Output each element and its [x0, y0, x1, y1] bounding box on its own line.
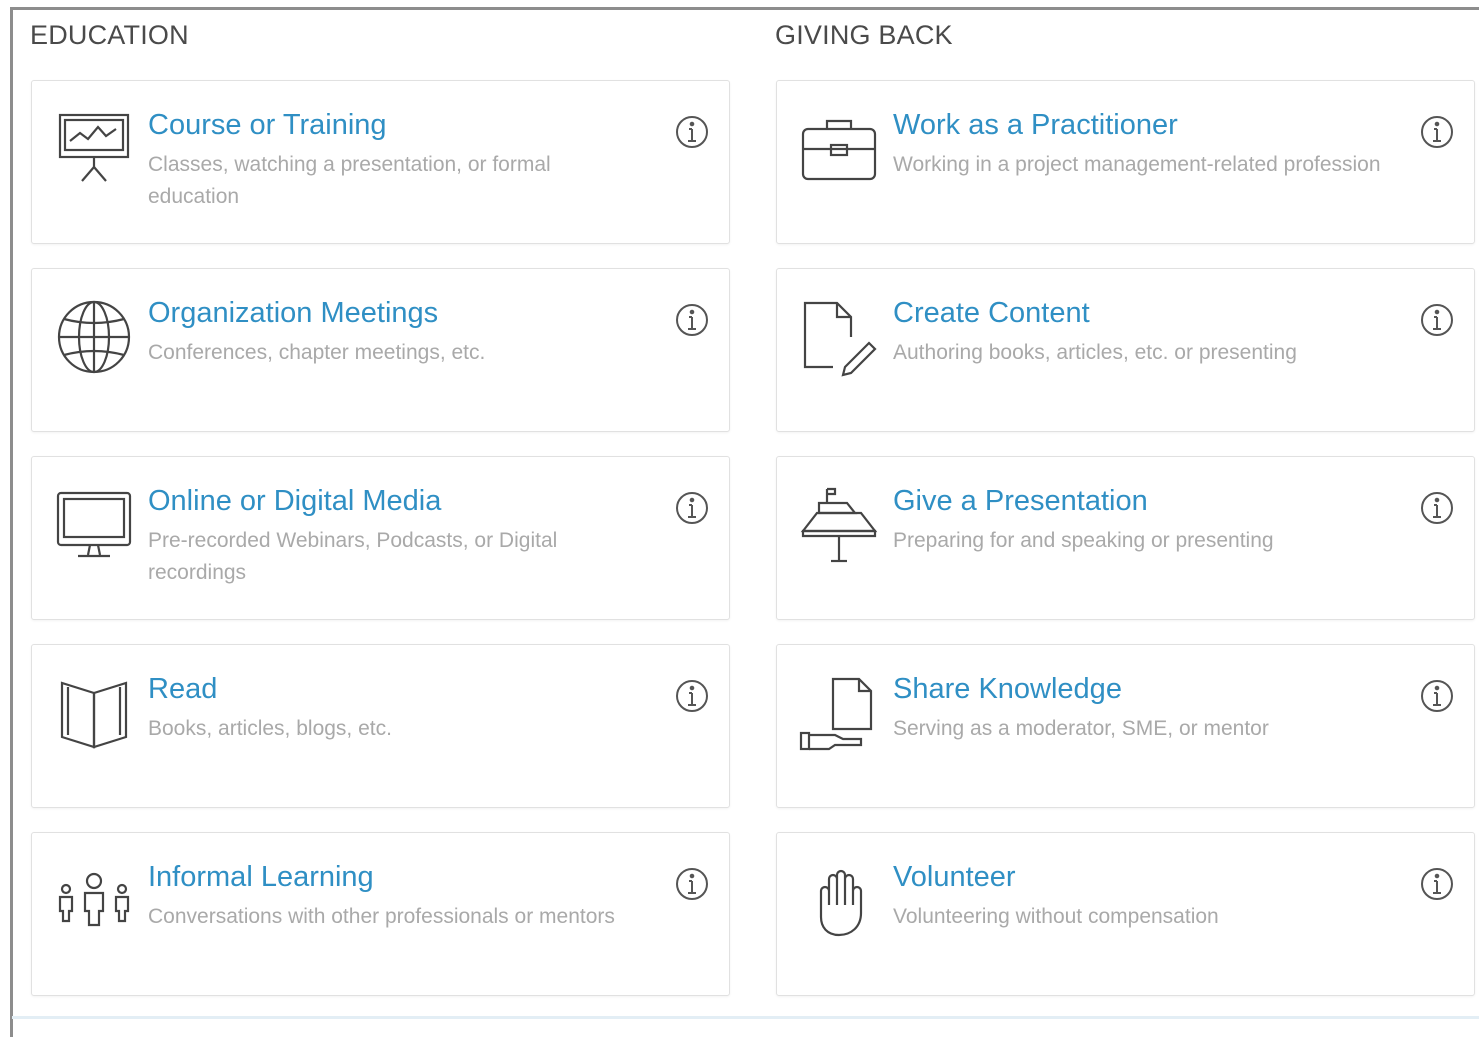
document-pencil-icon — [799, 297, 879, 377]
hand-document-icon — [799, 673, 879, 753]
card-title[interactable]: Online or Digital Media — [148, 485, 441, 518]
section-heading-education: EDUCATION — [30, 20, 189, 50]
card-share-knowledge[interactable]: Share Knowledge Serving as a moderator, … — [776, 644, 1475, 808]
info-circle-icon[interactable] — [675, 303, 709, 337]
card-description: Authoring books, articles, etc. or prese… — [893, 341, 1297, 364]
card-title[interactable]: Read — [148, 673, 217, 706]
info-circle-icon[interactable] — [675, 115, 709, 149]
card-title[interactable]: Informal Learning — [148, 861, 374, 894]
card-course-or-training[interactable]: Course or Training Classes, watching a p… — [31, 80, 730, 244]
podium-icon — [799, 485, 879, 565]
card-create-content[interactable]: Create Content Authoring books, articles… — [776, 268, 1475, 432]
people-group-icon — [54, 861, 134, 941]
card-description: Working in a project management-related … — [893, 153, 1381, 176]
card-read[interactable]: Read Books, articles, blogs, etc. — [31, 644, 730, 808]
card-description: Books, articles, blogs, etc. — [148, 717, 392, 740]
presentation-board-icon — [54, 109, 134, 189]
briefcase-icon — [799, 109, 879, 189]
card-description: Volunteering without compensation — [893, 905, 1219, 928]
card-description: Pre-recorded Webinars, Podcasts, or Digi… — [148, 529, 558, 584]
card-work-as-a-practitioner[interactable]: Work as a Practitioner Working in a proj… — [776, 80, 1475, 244]
card-title[interactable]: Create Content — [893, 297, 1090, 330]
card-give-a-presentation[interactable]: Give a Presentation Preparing for and sp… — [776, 456, 1475, 620]
open-book-icon — [54, 673, 134, 753]
card-description: Preparing for and speaking or presenting — [893, 529, 1274, 552]
card-description: Conversations with other professionals o… — [148, 905, 615, 928]
card-title[interactable]: Course or Training — [148, 109, 387, 142]
info-circle-icon[interactable] — [675, 867, 709, 901]
info-circle-icon[interactable] — [675, 491, 709, 525]
card-title[interactable]: Give a Presentation — [893, 485, 1148, 518]
section-heading-giving-back: GIVING BACK — [775, 20, 953, 50]
card-title[interactable]: Work as a Practitioner — [893, 109, 1178, 142]
monitor-icon — [54, 485, 134, 565]
info-circle-icon[interactable] — [675, 679, 709, 713]
card-title[interactable]: Organization Meetings — [148, 297, 438, 330]
card-title[interactable]: Share Knowledge — [893, 673, 1122, 706]
bottom-divider — [12, 1016, 1479, 1019]
card-organization-meetings[interactable]: Organization Meetings Conferences, chapt… — [31, 268, 730, 432]
raised-hand-icon — [799, 861, 879, 941]
card-description: Conferences, chapter meetings, etc. — [148, 341, 486, 364]
card-description: Classes, watching a presentation, or for… — [148, 153, 551, 208]
info-circle-icon[interactable] — [1420, 679, 1454, 713]
card-title[interactable]: Volunteer — [893, 861, 1016, 894]
info-circle-icon[interactable] — [1420, 115, 1454, 149]
info-circle-icon[interactable] — [1420, 867, 1454, 901]
info-circle-icon[interactable] — [1420, 491, 1454, 525]
card-description: Serving as a moderator, SME, or mentor — [893, 717, 1269, 740]
card-volunteer[interactable]: Volunteer Volunteering without compensat… — [776, 832, 1475, 996]
globe-icon — [54, 297, 134, 377]
card-online-or-digital-media[interactable]: Online or Digital Media Pre-recorded Web… — [31, 456, 730, 620]
card-informal-learning[interactable]: Informal Learning Conversations with oth… — [31, 832, 730, 996]
info-circle-icon[interactable] — [1420, 303, 1454, 337]
